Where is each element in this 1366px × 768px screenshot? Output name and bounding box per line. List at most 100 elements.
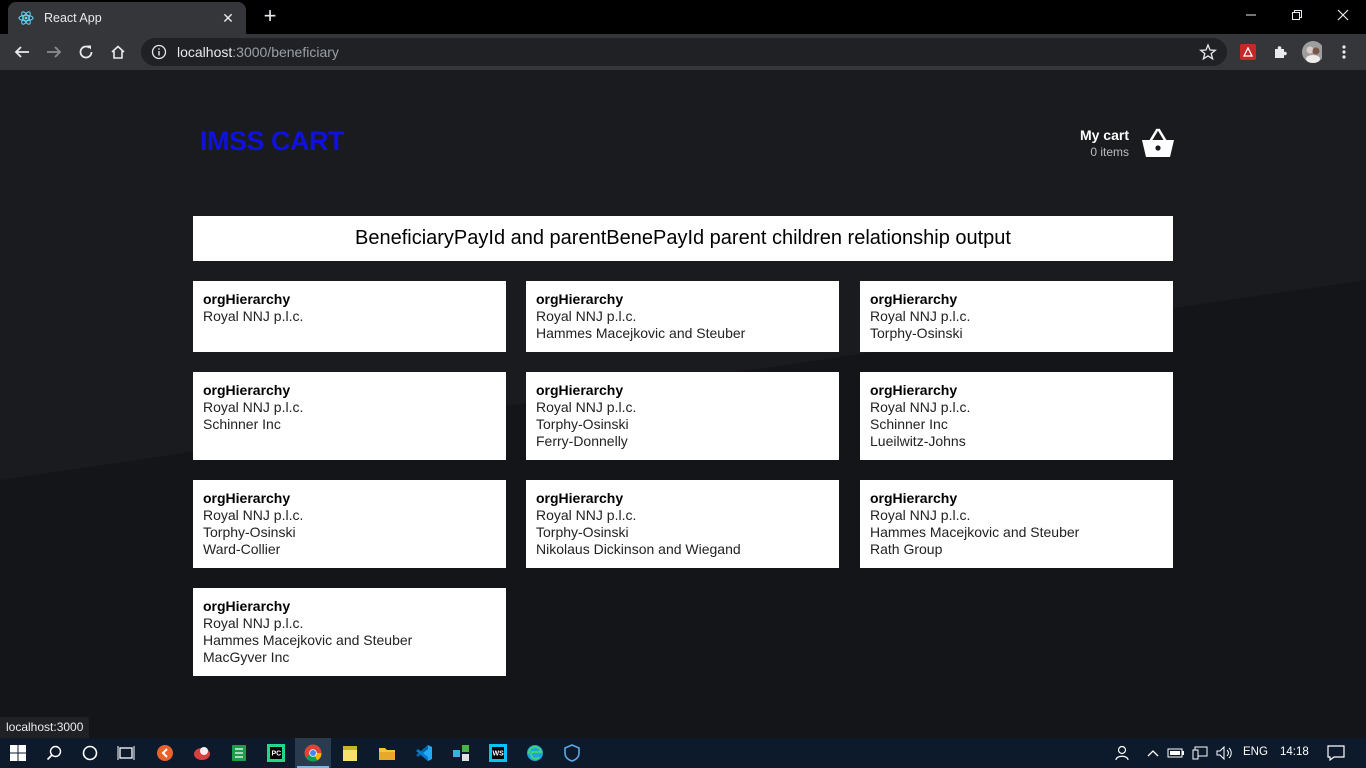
- reload-icon[interactable]: [74, 40, 98, 64]
- hierarchy-card: orgHierarchy Royal NNJ p.l.c. Schinner I…: [193, 372, 506, 460]
- cart-label: My cart: [1079, 127, 1129, 143]
- card-title: orgHierarchy: [203, 291, 291, 307]
- windows-taskbar: PC WS ENG 14:18: [0, 738, 1366, 768]
- card-line: Royal NNJ p.l.c.: [203, 507, 304, 523]
- app-icon[interactable]: [147, 738, 183, 768]
- browser-toolbar: localhost:3000/beneficiary: [0, 34, 1366, 70]
- card-line: Torphy-Osinski: [203, 524, 296, 540]
- react-icon: [18, 10, 34, 26]
- home-icon[interactable]: [106, 40, 130, 64]
- battery-icon[interactable]: [1164, 738, 1188, 768]
- minimize-icon[interactable]: [1228, 0, 1274, 30]
- notes-app-icon[interactable]: [332, 738, 368, 768]
- card-line: Royal NNJ p.l.c.: [536, 399, 637, 415]
- vscode-icon[interactable]: [406, 738, 442, 768]
- edge-icon[interactable]: [517, 738, 553, 768]
- tab-title: React App: [44, 11, 102, 25]
- restore-icon[interactable]: [1274, 0, 1320, 30]
- card-line: Nikolaus Dickinson and Wiegand: [536, 541, 741, 557]
- network-app-icon[interactable]: [443, 738, 479, 768]
- card-line: Torphy-Osinski: [536, 524, 629, 540]
- notification-icon[interactable]: [1318, 738, 1354, 768]
- card-title: orgHierarchy: [536, 490, 624, 506]
- close-window-icon[interactable]: [1320, 0, 1366, 30]
- card-title: orgHierarchy: [870, 490, 958, 506]
- network-icon[interactable]: [1188, 738, 1212, 768]
- card-line: Royal NNJ p.l.c.: [870, 507, 971, 523]
- hierarchy-card: orgHierarchy Royal NNJ p.l.c. Hammes Mac…: [526, 281, 839, 352]
- card-title: orgHierarchy: [536, 382, 624, 398]
- task-view-icon[interactable]: [108, 738, 144, 768]
- card-line: Torphy-Osinski: [870, 325, 963, 341]
- page-content: IMSS CART My cart 0 items BeneficiaryPay…: [0, 70, 1366, 738]
- card-line: Ward-Collier: [203, 541, 281, 557]
- defender-icon[interactable]: [554, 738, 590, 768]
- close-tab-icon[interactable]: ✕: [220, 10, 236, 27]
- spreadsheet-app-icon[interactable]: [221, 738, 257, 768]
- svg-text:PC: PC: [272, 751, 282, 758]
- brand-logo[interactable]: IMSS CART: [200, 126, 345, 157]
- card-line: Royal NNJ p.l.c.: [870, 308, 971, 324]
- card-line: Torphy-Osinski: [536, 416, 629, 432]
- new-tab-button[interactable]: +: [258, 5, 282, 29]
- search-icon[interactable]: [36, 738, 72, 768]
- card-title: orgHierarchy: [203, 382, 291, 398]
- chrome-icon[interactable]: [295, 738, 331, 768]
- page-heading: BeneficiaryPayId and parentBenePayId par…: [193, 216, 1173, 261]
- hierarchy-card: orgHierarchy Royal NNJ p.l.c. Hammes Mac…: [193, 588, 506, 676]
- card-line: MacGyver Inc: [203, 649, 290, 665]
- app-icon[interactable]: [184, 738, 220, 768]
- cart-count: 0 items: [1090, 145, 1129, 159]
- card-line: Royal NNJ p.l.c.: [203, 308, 304, 324]
- card-line: Schinner Inc: [203, 416, 281, 432]
- hierarchy-card: orgHierarchy Royal NNJ p.l.c. Torphy-Osi…: [526, 372, 839, 460]
- svg-text:WS: WS: [493, 751, 505, 758]
- extensions-puzzle-icon[interactable]: [1270, 42, 1290, 62]
- card-line: Hammes Macejkovic and Steuber: [203, 632, 413, 648]
- card-line: Royal NNJ p.l.c.: [536, 507, 637, 523]
- cart-widget[interactable]: My cart 0 items: [1060, 126, 1175, 162]
- browser-tabstrip: React App ✕ +: [0, 0, 1366, 34]
- card-title: orgHierarchy: [203, 598, 291, 614]
- address-bar[interactable]: localhost:3000/beneficiary: [141, 38, 1227, 66]
- volume-icon[interactable]: [1212, 738, 1238, 768]
- back-icon[interactable]: [10, 40, 34, 64]
- hierarchy-card: orgHierarchy Royal NNJ p.l.c. Torphy-Osi…: [193, 480, 506, 568]
- hierarchy-card: orgHierarchy Royal NNJ p.l.c. Hammes Mac…: [860, 480, 1173, 568]
- card-line: Hammes Macejkovic and Steuber: [536, 325, 746, 341]
- file-explorer-icon[interactable]: [369, 738, 405, 768]
- bookmark-star-icon[interactable]: [1198, 43, 1218, 61]
- cortana-icon[interactable]: [72, 738, 108, 768]
- card-line: Schinner Inc: [870, 416, 948, 432]
- basket-icon[interactable]: [1141, 128, 1175, 158]
- card-title: orgHierarchy: [870, 291, 958, 307]
- card-title: orgHierarchy: [870, 382, 958, 398]
- hierarchy-card: orgHierarchy Royal NNJ p.l.c. Torphy-Osi…: [860, 281, 1173, 352]
- hierarchy-card: orgHierarchy Royal NNJ p.l.c. Torphy-Osi…: [526, 480, 839, 568]
- card-title: orgHierarchy: [203, 490, 291, 506]
- profile-avatar[interactable]: [1302, 41, 1322, 63]
- browser-tab[interactable]: React App ✕: [8, 2, 246, 34]
- webstorm-icon[interactable]: WS: [480, 738, 516, 768]
- card-line: Rath Group: [870, 541, 943, 557]
- hierarchy-card: orgHierarchy Royal NNJ p.l.c. Schinner I…: [860, 372, 1173, 460]
- people-icon[interactable]: [1106, 738, 1142, 768]
- card-line: Hammes Macejkovic and Steuber: [870, 524, 1080, 540]
- forward-icon[interactable]: [42, 40, 66, 64]
- hierarchy-card: orgHierarchy Royal NNJ p.l.c.: [193, 281, 506, 352]
- pycharm-icon[interactable]: PC: [258, 738, 294, 768]
- card-line: Royal NNJ p.l.c.: [203, 399, 304, 415]
- language-indicator[interactable]: ENG: [1243, 746, 1268, 758]
- card-line: Lueilwitz-Johns: [870, 433, 966, 449]
- extension-icon[interactable]: [1238, 42, 1258, 62]
- link-status-tooltip: localhost:3000: [0, 717, 90, 738]
- card-line: Royal NNJ p.l.c.: [870, 399, 971, 415]
- chrome-menu-icon[interactable]: [1334, 42, 1354, 62]
- clock[interactable]: 14:18: [1280, 746, 1309, 758]
- card-line: Ferry-Donnelly: [536, 433, 628, 449]
- card-line: Royal NNJ p.l.c.: [536, 308, 637, 324]
- info-icon[interactable]: [151, 44, 167, 60]
- windows-start-icon[interactable]: [0, 738, 36, 768]
- card-line: Royal NNJ p.l.c.: [203, 615, 304, 631]
- chevron-up-icon[interactable]: [1142, 738, 1164, 768]
